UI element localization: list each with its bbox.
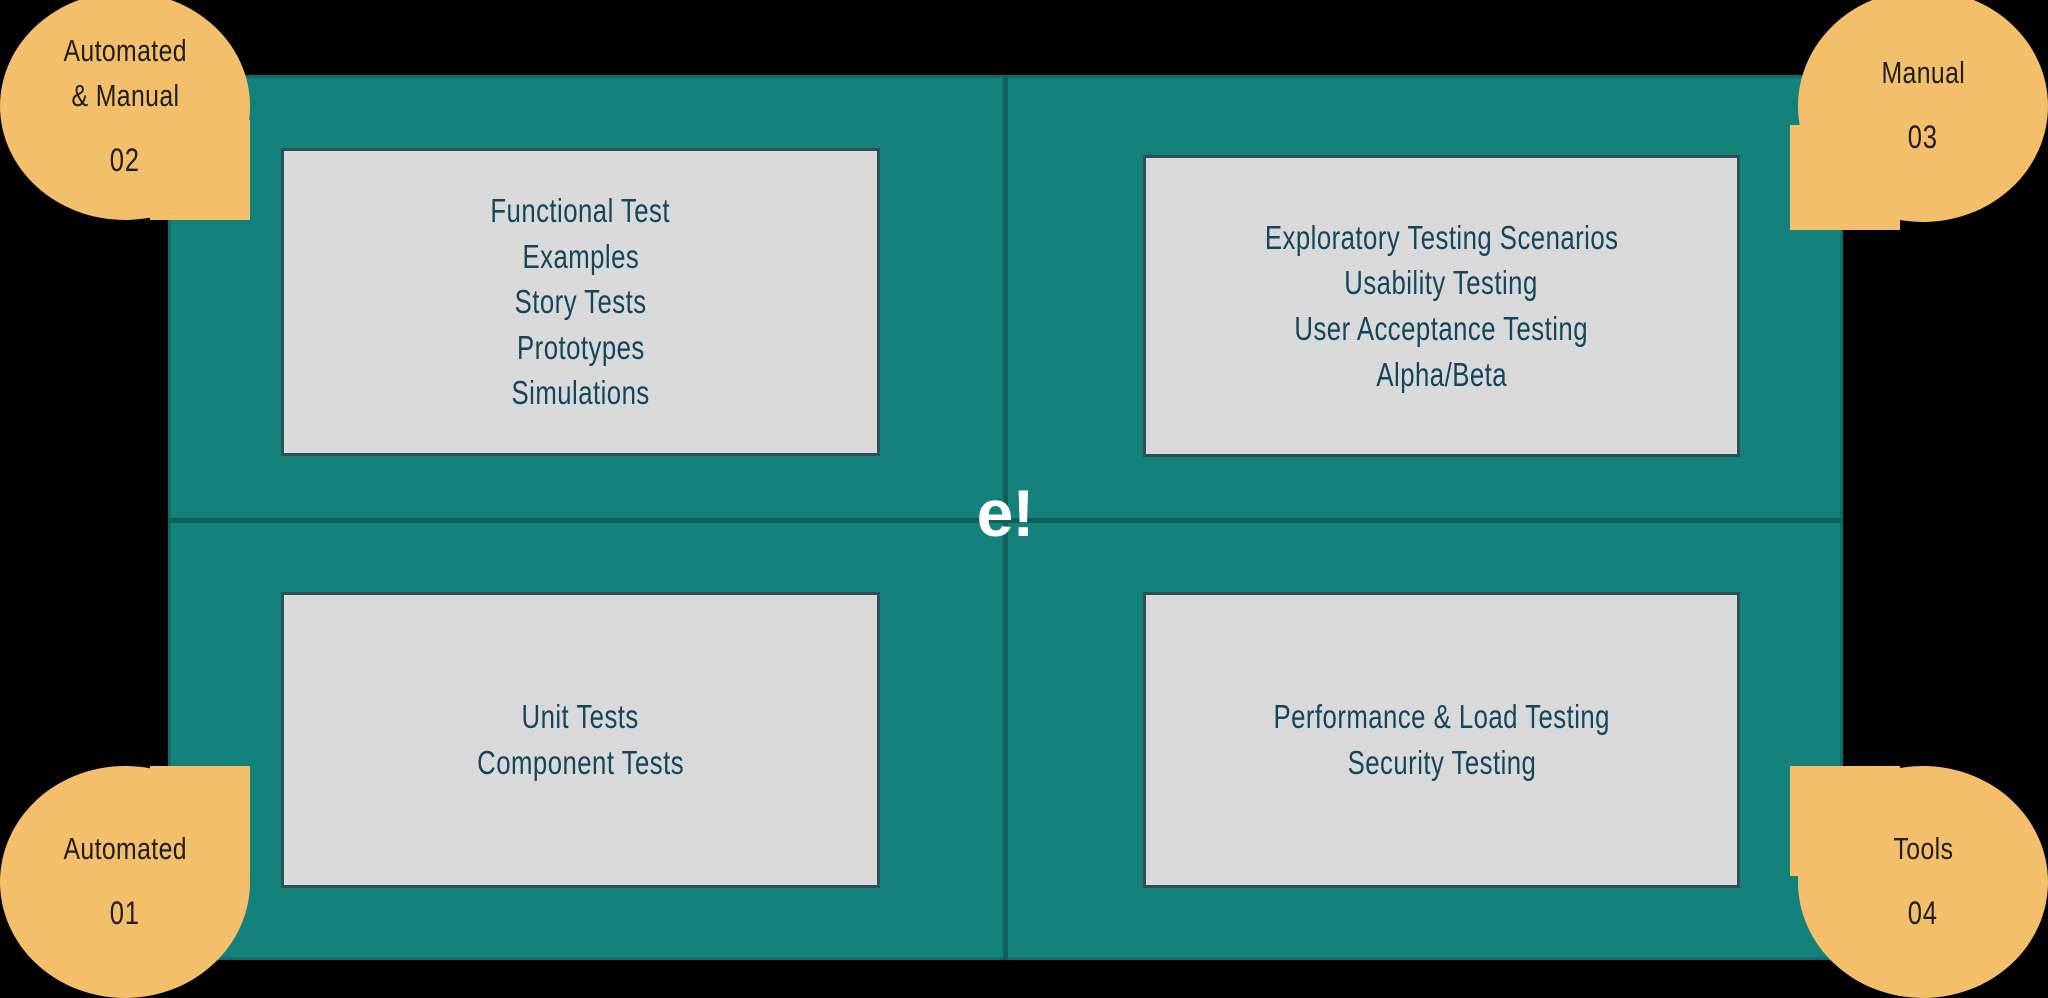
callout-bubble-02: Automated & Manual 02: [0, 0, 260, 220]
bubble-label-line2: & Manual: [71, 77, 179, 113]
callout-bubble-01: Automated 01: [0, 760, 260, 998]
bubble-disc: Automated & Manual 02: [0, 0, 250, 220]
bubble-disc: Automated 01: [0, 766, 250, 998]
quadrant-card-bottom-right: Performance & Load Testing Security Test…: [1143, 592, 1740, 888]
card-line: Examples: [522, 237, 639, 275]
card-line: Prototypes: [516, 328, 645, 366]
agile-testing-quadrants-diagram: Functional Test Examples Story Tests Pro…: [0, 0, 2048, 998]
card-line: Usability Testing: [1344, 264, 1539, 302]
callout-bubble-04: Tools 04: [1790, 760, 2048, 998]
quadrant-card-bottom-left: Unit Tests Component Tests: [281, 592, 880, 888]
card-line: Performance & Load Testing: [1273, 698, 1610, 736]
bubble-label-line1: Automated: [63, 32, 187, 68]
card-line: Security Testing: [1347, 744, 1536, 781]
bubble-number: 02: [109, 141, 141, 178]
card-line: User Acceptance Testing: [1294, 310, 1589, 347]
bubble-number: 03: [1907, 119, 1939, 156]
quadrant-card-top-right: Exploratory Testing Scenarios Usability …: [1143, 155, 1740, 457]
card-line: Unit Tests: [521, 698, 640, 736]
bubble-disc: Manual 03: [1798, 0, 2048, 222]
bubble-disc: Tools 04: [1798, 766, 2048, 998]
card-line: Exploratory Testing Scenarios: [1264, 218, 1619, 256]
quadrant-card-top-left: Functional Test Examples Story Tests Pro…: [281, 148, 880, 456]
card-line: Component Tests: [477, 744, 684, 781]
card-line: Alpha/Beta: [1376, 355, 1507, 393]
card-line: Simulations: [511, 374, 650, 412]
bubble-label: Automated: [63, 831, 187, 867]
card-line: Functional Test: [490, 192, 671, 230]
card-line: Story Tests: [514, 283, 647, 321]
bubble-label: Manual: [1881, 55, 1965, 91]
bubble-number: 01: [109, 895, 141, 932]
bubble-label: Tools: [1893, 831, 1953, 867]
callout-bubble-03: Manual 03: [1790, 0, 2048, 230]
center-logo: e!: [976, 476, 1035, 550]
bubble-number: 04: [1907, 895, 1939, 932]
